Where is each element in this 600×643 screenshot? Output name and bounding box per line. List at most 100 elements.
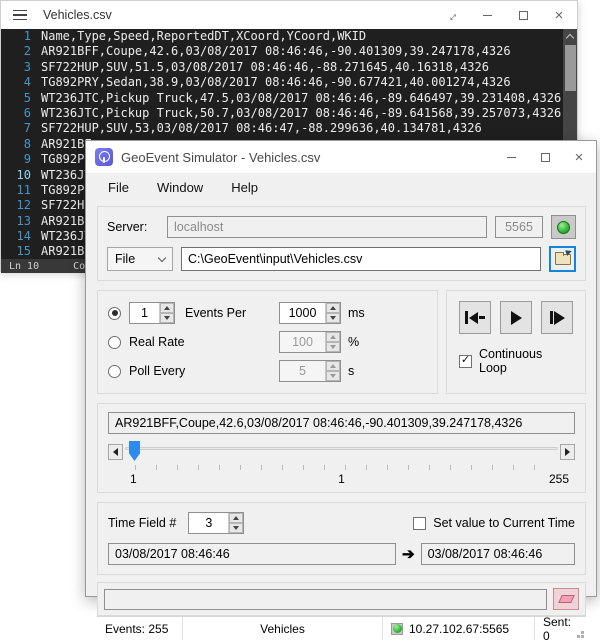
simulator-maximize-button[interactable]	[528, 141, 562, 173]
slider-min-label: 1	[130, 472, 137, 486]
slider-thumb[interactable]	[129, 441, 140, 461]
file-path-input[interactable]: C:\GeoEvent\input\Vehicles.csv	[181, 247, 541, 271]
source-type-dropdown[interactable]: File	[107, 247, 173, 271]
line-number: 8	[1, 137, 31, 152]
spin-down-icon[interactable]	[326, 371, 340, 381]
resize-grip[interactable]	[581, 635, 584, 638]
server-label: Server:	[107, 220, 159, 234]
arrow-right-icon: ➔	[402, 547, 415, 562]
time-field-spinner[interactable]: 3	[188, 512, 244, 534]
simulator-minimize-button[interactable]	[494, 141, 528, 173]
simulator-close-button[interactable]: ×	[562, 141, 596, 173]
real-rate-label: Real Rate	[129, 335, 185, 349]
connection-address: 10.27.102.67:5565	[383, 617, 535, 640]
scrollbar-up-icon[interactable]	[563, 29, 577, 43]
spin-up-icon[interactable]	[326, 303, 340, 313]
current-time-label: Set value to Current Time	[433, 516, 575, 530]
real-rate-spinner[interactable]: 100	[279, 331, 341, 353]
poll-spinner[interactable]: 5	[279, 360, 341, 382]
editor-minimize-button[interactable]	[469, 1, 505, 29]
spin-up-icon[interactable]	[229, 513, 243, 523]
connection-status-button[interactable]	[551, 215, 576, 239]
code-line: 7 SF722HUP,SUV,53,03/08/2017 08:46:47,-88…	[1, 121, 577, 136]
slider-right-button[interactable]	[560, 444, 575, 460]
line-text: AR921BF	[41, 244, 92, 259]
dataset-name: Vehicles	[183, 617, 383, 640]
step-icon	[550, 311, 553, 324]
spin-down-icon[interactable]	[326, 342, 340, 352]
close-icon: ×	[555, 8, 564, 23]
skip-to-start-button[interactable]	[459, 301, 491, 334]
connection-group: Server: localhost 5565 File C:\GeoEvent\…	[97, 206, 586, 281]
event-count-spinner[interactable]: 1	[129, 302, 175, 324]
code-line: 6WT236JTC,Pickup Truck,50.7,03/08/2017 0…	[1, 106, 577, 121]
time-field-group: Time Field # 3 ✓ Set value to Current Ti…	[97, 502, 586, 575]
percent-unit-label: %	[348, 335, 359, 349]
open-folder-icon	[555, 254, 571, 265]
step-forward-button[interactable]	[541, 301, 573, 334]
time-from-field[interactable]: 03/08/2017 08:46:46	[108, 543, 396, 565]
menu-window[interactable]: Window	[145, 176, 215, 199]
editor-expand-button[interactable]: ↔	[433, 1, 469, 29]
continuous-loop-checkbox[interactable]: ✓	[459, 355, 472, 368]
spin-down-icon[interactable]	[326, 313, 340, 323]
line-number: 9	[1, 152, 31, 167]
geoevent-logo-icon	[95, 148, 113, 166]
poll-every-radio[interactable]	[108, 365, 121, 378]
editor-close-button[interactable]: ×	[541, 1, 577, 29]
editor-maximize-button[interactable]	[505, 1, 541, 29]
progress-group	[97, 582, 586, 616]
line-text: Name,Type,Speed,ReportedDT,XCoord,YCoord…	[41, 29, 366, 44]
slider-track[interactable]	[125, 447, 558, 450]
line-number: 7	[1, 121, 31, 136]
time-to-field[interactable]: 03/08/2017 08:46:46	[421, 543, 575, 565]
slider-left-button[interactable]	[108, 444, 123, 460]
real-rate-radio[interactable]	[108, 336, 121, 349]
interval-spinner[interactable]: 1000	[279, 302, 341, 324]
time-field-label: Time Field #	[108, 516, 176, 530]
expand-icon: ↔	[441, 5, 461, 25]
spin-down-icon[interactable]	[229, 523, 243, 533]
line-number: 2	[1, 44, 31, 59]
line-number: 1	[1, 29, 31, 44]
minimize-icon	[507, 157, 516, 158]
skip-start-icon	[465, 311, 468, 324]
current-time-checkbox[interactable]: ✓	[413, 517, 426, 530]
spin-up-icon[interactable]	[326, 361, 340, 371]
sent-count: Sent: 0	[535, 617, 586, 640]
events-per-label: Events Per	[185, 306, 246, 320]
browse-file-button[interactable]	[549, 246, 576, 272]
menubar: File Window Help	[86, 173, 596, 201]
code-line: 4TG892PRY,Sedan,38.9,03/08/2017 08:46:46…	[1, 75, 577, 90]
line-text: AR921BF	[41, 137, 92, 152]
play-button[interactable]	[500, 301, 532, 334]
fixed-rate-radio[interactable]	[108, 307, 121, 320]
event-slider-group: AR921BFF,Coupe,42.6,03/08/2017 08:46:46,…	[97, 403, 586, 493]
spin-down-icon[interactable]	[160, 313, 174, 323]
event-slider[interactable]	[125, 441, 558, 463]
code-line: 2AR921BFF,Coupe,42.6,03/08/2017 08:46:46…	[1, 44, 577, 59]
server-host-input[interactable]: localhost	[167, 216, 487, 238]
connected-icon	[557, 221, 570, 234]
clear-button[interactable]	[553, 588, 579, 610]
slider-ticks	[135, 465, 554, 470]
code-line: 3SF722HUP,SUV,51.5,03/08/2017 08:46:46,-…	[1, 60, 577, 75]
scrollbar-thumb[interactable]	[565, 45, 576, 91]
play-icon	[511, 311, 522, 325]
code-line: 5WT236JTC,Pickup Truck,47.5,03/08/2017 0…	[1, 91, 577, 106]
line-number: 5	[1, 91, 31, 106]
line-text: SF722HU	[41, 198, 92, 213]
editor-title: Vehicles.csv	[43, 8, 112, 22]
menu-help[interactable]: Help	[219, 176, 270, 199]
hamburger-menu-icon[interactable]	[13, 10, 27, 21]
line-text: WT236JT	[41, 229, 92, 244]
maximize-icon	[519, 11, 528, 20]
spin-up-icon[interactable]	[326, 332, 340, 342]
server-port-input[interactable]: 5565	[495, 216, 543, 238]
menu-file[interactable]: File	[96, 176, 141, 199]
ms-unit-label: ms	[348, 306, 365, 320]
cursor-line-indicator: Ln 10	[9, 261, 39, 272]
seconds-unit-label: s	[348, 364, 354, 378]
spin-up-icon[interactable]	[160, 303, 174, 313]
line-text: SF722HUP,SUV,53,03/08/2017 08:46:47,-88.…	[41, 121, 482, 136]
